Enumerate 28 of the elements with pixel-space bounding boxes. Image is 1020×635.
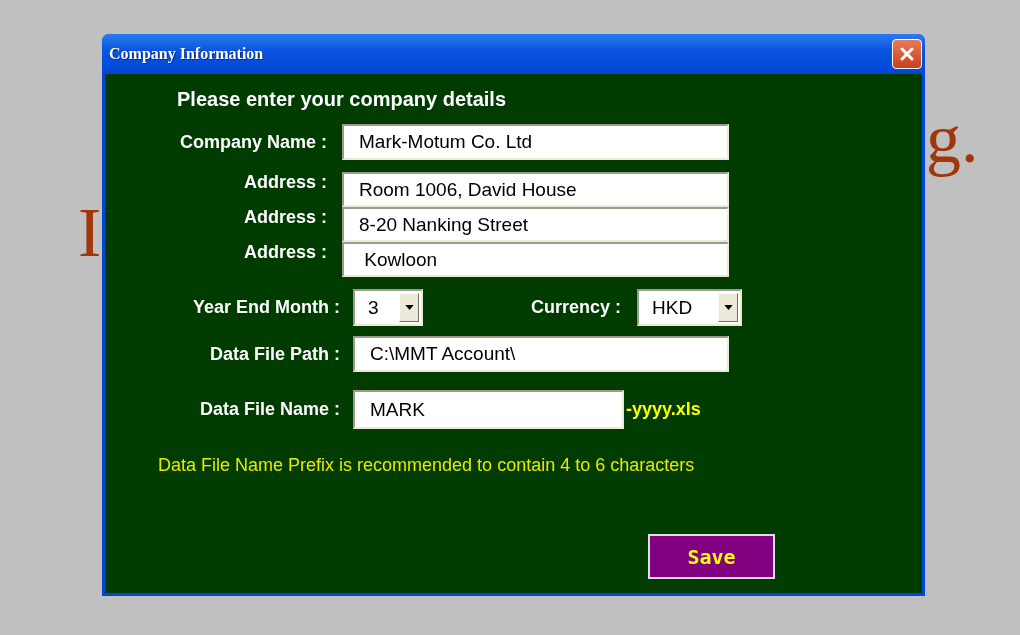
form-heading: Please enter your company details [177, 88, 508, 112]
dropdown-arrow-button[interactable] [718, 293, 738, 322]
text-field[interactable]: 8-20 Nanking Street [342, 207, 729, 242]
field-label: Year End Month : [192, 297, 340, 318]
field-label: Address : [242, 207, 327, 228]
field-label: Address : [242, 242, 327, 263]
hint-text: Data File Name Prefix is recommended to contain 4 to 6 characters [158, 455, 696, 476]
field-label: Company Name : [178, 131, 327, 153]
file-suffix: -yyyy.xls [626, 399, 701, 420]
dropdown[interactable]: 3 [353, 289, 423, 326]
text-field[interactable]: MARK [353, 390, 624, 429]
close-button[interactable] [892, 39, 922, 69]
caret-icon [404, 305, 414, 310]
text-field[interactable]: Room 1006, David House [342, 172, 729, 207]
text-field[interactable]: C:\MMT Account\ [353, 336, 729, 372]
field-label: Data File Name : [198, 399, 340, 420]
window-title: Company Information [109, 45, 264, 63]
background-letter: I [78, 193, 103, 273]
field-label: Data File Path : [208, 343, 340, 365]
dropdown-arrow-button[interactable] [399, 293, 419, 322]
text-field[interactable]: Mark-Motum Co. Ltd [342, 124, 729, 160]
field-label: Currency : [529, 297, 621, 318]
text-field[interactable]: Kowloon [342, 242, 729, 277]
field-label: Address : [242, 172, 327, 193]
save-button[interactable]: Save [648, 534, 775, 579]
background-letter: g. [926, 99, 980, 179]
dropdown[interactable]: HKD [637, 289, 742, 326]
caret-icon [723, 305, 733, 310]
